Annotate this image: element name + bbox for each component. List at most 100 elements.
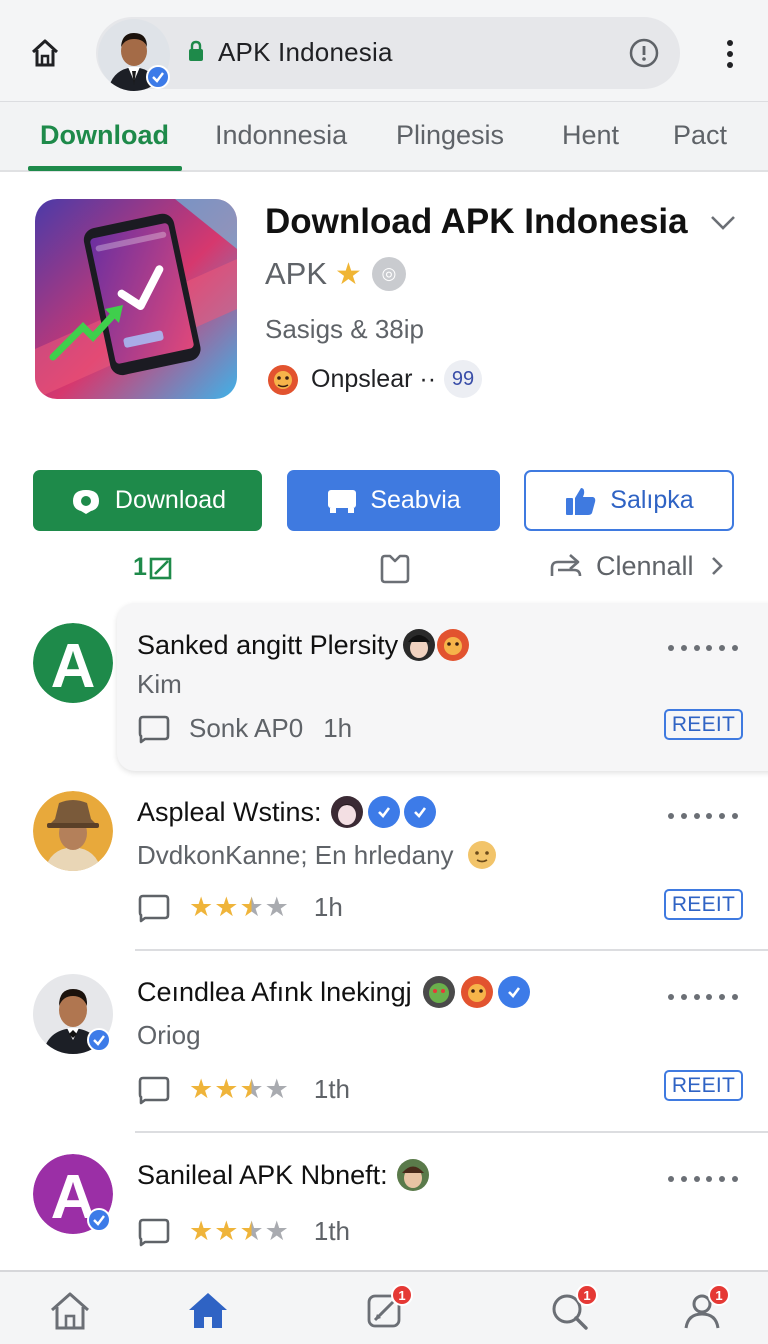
verified-icon: [87, 1028, 111, 1052]
tab-pact[interactable]: Pact: [673, 120, 727, 151]
verified-icon: [403, 796, 436, 828]
item-footer-text: Sonk AP0: [189, 713, 304, 743]
item-time: 1h: [323, 713, 353, 743]
more-horiz-icon[interactable]: [668, 813, 738, 821]
chat-icon: [328, 489, 357, 513]
share-all-link[interactable]: Clennall: [548, 550, 724, 582]
thumbs-up-icon: [566, 487, 596, 515]
developer-name: Onpslear ··: [311, 364, 437, 393]
item-title-text: Sanked angitt Plersity: [137, 629, 399, 660]
download-button[interactable]: Download: [33, 470, 262, 531]
tab-bar: Download Indonnesia Plingesis Hent Pact: [0, 102, 768, 172]
reply-button[interactable]: REEIT: [664, 709, 743, 740]
comment-icon: [138, 1076, 170, 1104]
star-icon: ★: [335, 257, 362, 291]
nav-explore[interactable]: [178, 1290, 238, 1344]
home-button[interactable]: [26, 34, 64, 72]
info-icon[interactable]: [628, 37, 660, 69]
bottom-navigation: 1 1 1: [0, 1270, 768, 1344]
star-icon: ★: [214, 1216, 239, 1246]
avatar-letter: A: [51, 632, 96, 701]
notification-badge: 1: [391, 1284, 413, 1306]
emoji-icon: [467, 841, 496, 869]
rating-stars: ★ ★ ★ ★: [189, 1076, 290, 1103]
item-subtitle: Oriog: [137, 1020, 201, 1050]
notification-badge: 1: [708, 1284, 730, 1306]
divider: [135, 1131, 768, 1133]
more-vert-icon[interactable]: [716, 36, 744, 72]
avatar-emoji-icon: [460, 976, 493, 1008]
reply-button[interactable]: REEIT: [664, 1070, 743, 1101]
url-text: APK Indonesia: [218, 37, 393, 67]
nav-home[interactable]: [40, 1290, 100, 1344]
app-icon: [35, 199, 237, 399]
item-footer: ★ ★ ★ ★ 1th: [137, 1074, 350, 1105]
star-icon: ★: [189, 1216, 214, 1246]
item-time: 1h: [313, 892, 343, 922]
star-icon: ★: [189, 892, 214, 922]
more-horiz-icon[interactable]: [668, 1176, 738, 1184]
star-icon: ★: [239, 892, 264, 922]
more-horiz-icon[interactable]: [668, 994, 738, 1002]
tab-plingesis[interactable]: Plingesis: [396, 120, 504, 151]
item-subtitle-text: DvdkonKanne; En hrledany: [137, 839, 454, 870]
active-tab-indicator: [28, 166, 182, 171]
item-title: Sanileal APK Nbneft:: [137, 1158, 430, 1192]
developer-count-badge: 99: [444, 360, 483, 398]
avatar: A: [33, 623, 113, 703]
bookmark-icon[interactable]: [378, 553, 412, 585]
profile-avatar[interactable]: [98, 19, 170, 91]
share-icon: [550, 554, 582, 577]
edit-count-value: 1: [133, 553, 147, 581]
app-subtitle-row: APK ★ ◎: [265, 256, 406, 292]
item-title-text: Ceındlea Afınk lnekingj: [137, 976, 412, 1007]
star-icon: ★: [264, 1074, 289, 1104]
reply-button[interactable]: REEIT: [664, 889, 743, 920]
nav-edit[interactable]: 1: [355, 1284, 415, 1344]
salipka-button[interactable]: Salıpka: [524, 470, 734, 531]
tab-indonnesia[interactable]: Indonnesia: [215, 120, 347, 151]
rating-stars: ★ ★ ★ ★: [189, 1218, 290, 1245]
more-horiz-icon[interactable]: [668, 645, 738, 653]
comment-icon: [138, 1218, 170, 1246]
salipka-button-label: Salıpka: [610, 486, 694, 514]
share-all-label: Clennall: [596, 550, 694, 581]
star-icon: ★: [264, 892, 289, 922]
verified-icon: [87, 1208, 111, 1232]
item-title: Aspleal Wstins:: [137, 795, 436, 829]
comment-icon: [138, 894, 170, 922]
app-title: Download APK Indonesia: [265, 202, 688, 241]
developer-row[interactable]: Onpslear ·· 99: [265, 360, 483, 398]
avatar-emoji-icon: [437, 629, 470, 661]
shield-icon: ◎: [371, 257, 406, 291]
item-time: 1th: [313, 1216, 351, 1246]
nav-search[interactable]: 1: [540, 1284, 600, 1344]
avatar: A: [33, 1154, 113, 1234]
avatar-emoji-icon: [330, 796, 363, 828]
avatar-emoji-icon: [403, 629, 436, 661]
verified-icon: [497, 976, 530, 1008]
item-footer: ★ ★ ★ ★ 1th: [137, 1216, 350, 1247]
chevron-right-icon: [711, 557, 723, 575]
address-bar[interactable]: APK Indonesia: [96, 17, 680, 91]
download-icon: [72, 489, 99, 514]
item-title-text: Sanileal APK Nbneft:: [137, 1159, 388, 1190]
tab-download[interactable]: Download: [40, 120, 169, 151]
comment-icon: [138, 715, 170, 743]
seabvia-button[interactable]: Seabvia: [287, 470, 500, 531]
chevron-down-icon[interactable]: [708, 210, 738, 234]
home-filled-icon: [189, 1293, 227, 1328]
item-time: 1th: [313, 1074, 351, 1104]
edit-count[interactable]: 1: [133, 553, 173, 582]
item-subtitle: Kim: [137, 669, 182, 699]
item-title: Ceındlea Afınk lnekingj: [137, 975, 530, 1009]
nav-profile[interactable]: 1: [672, 1284, 732, 1344]
home-icon: [31, 39, 59, 67]
lock-icon: [189, 40, 203, 61]
tab-hent[interactable]: Hent: [562, 120, 619, 151]
home-icon: [51, 1292, 89, 1330]
verified-icon: [146, 65, 170, 89]
item-footer: ★ ★ ★ ★ 1h: [137, 892, 343, 923]
browser-toolbar: APK Indonesia: [0, 0, 768, 102]
item-title-text: Aspleal Wstins:: [137, 796, 322, 827]
